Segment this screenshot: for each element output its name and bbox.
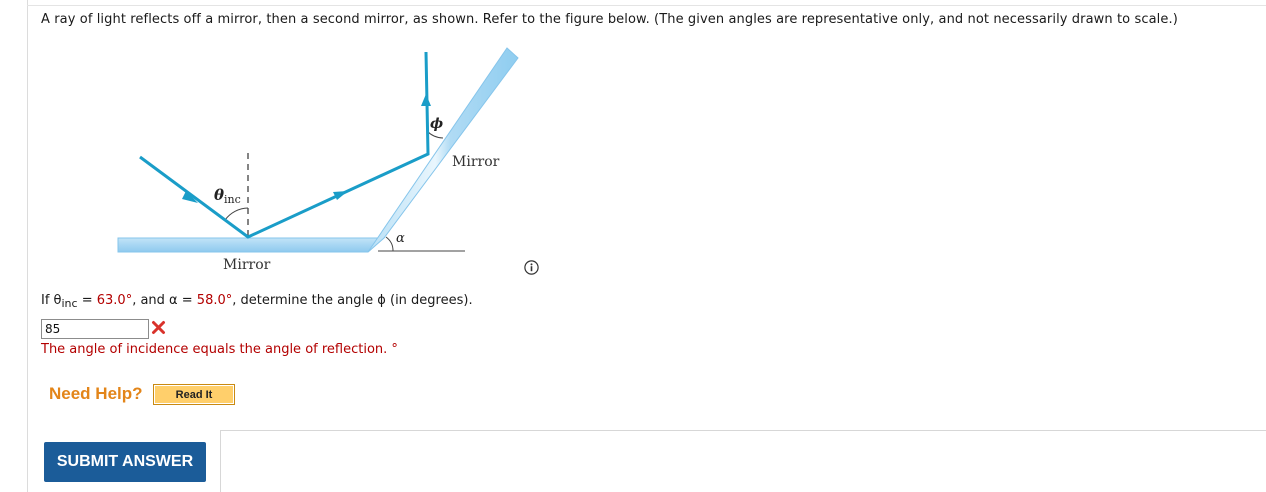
- alpha-arc: [385, 236, 394, 252]
- bottom-mirror: [117, 237, 386, 253]
- theta-subscript: inc: [224, 193, 241, 206]
- ray-arrow-2: [333, 191, 348, 200]
- question-eq: =: [77, 293, 97, 308]
- need-help-label: Need Help?: [49, 384, 143, 403]
- bottom-mirror-label: Mirror: [223, 257, 271, 273]
- phi-label: ϕ: [430, 116, 443, 132]
- theta-subscript-text: inc: [61, 297, 78, 310]
- ray-arrow-3: [421, 94, 431, 106]
- theta-label: θ: [214, 186, 224, 204]
- alpha-label: α: [396, 231, 405, 246]
- question-text: If θinc = 63.0°, and α = 58.0°, determin…: [41, 293, 473, 310]
- theta-arc: [224, 207, 249, 221]
- mirror-figure: θ inc α ϕ Mirror Mirror: [117, 47, 519, 273]
- alpha-value: 58.0°: [196, 293, 233, 308]
- theta-value: 63.0°: [96, 293, 133, 308]
- light-ray: [139, 51, 430, 239]
- read-it-button[interactable]: Read It: [153, 384, 235, 405]
- phi-arc: [426, 130, 444, 139]
- question-prefix: If θ: [41, 293, 62, 308]
- x-mark-icon: [152, 321, 165, 334]
- right-mirror-label: Mirror: [452, 154, 500, 170]
- submit-answer-button[interactable]: SUBMIT ANSWER: [44, 442, 206, 482]
- right-mirror: [367, 47, 519, 253]
- feedback-message: The angle of incidence equals the angle …: [41, 342, 398, 357]
- info-icon[interactable]: [524, 260, 539, 275]
- side-panel: [220, 430, 1266, 492]
- question-mid: , and α =: [132, 293, 197, 308]
- answer-input[interactable]: [41, 319, 149, 339]
- question-suffix: , determine the angle ϕ (in degrees).: [232, 293, 473, 308]
